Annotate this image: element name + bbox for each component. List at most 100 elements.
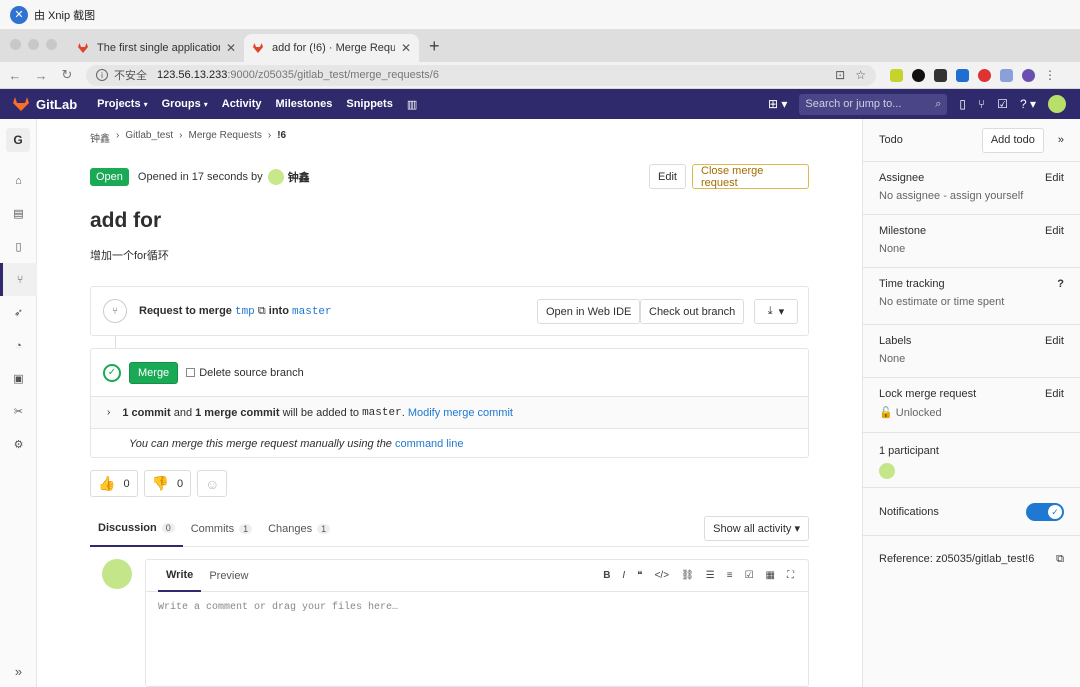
extension-icon[interactable] [1000,68,1013,82]
collapse-right-sidebar-icon[interactable]: » [1058,134,1064,146]
bold-icon[interactable]: B [603,570,610,581]
extension-icon[interactable] [978,68,991,82]
milestone-edit-link[interactable]: Edit [1045,225,1064,237]
merge-button[interactable]: Merge [129,361,179,384]
labels-edit-link[interactable]: Edit [1045,335,1064,347]
issues-icon[interactable]: ▯ [959,97,966,111]
numbered-list-icon[interactable]: ≡ [727,570,733,581]
nav-projects[interactable]: Projects ▾ [97,98,147,111]
browser-tab-2[interactable]: add for (!6) · Merge Requests ✕ [244,34,419,62]
back-icon[interactable]: ← [4,68,26,83]
close-merge-request-button[interactable]: Close merge request [692,164,809,189]
gitlab-logo[interactable]: GitLab [12,96,77,112]
lock-edit-link[interactable]: Edit [1045,388,1064,400]
profile-avatar[interactable] [1022,68,1035,82]
thumbs-down-button[interactable]: 👎 0 [143,470,192,497]
write-tab[interactable]: Write [158,560,202,592]
comment-textarea[interactable]: Write a comment or drag your files here… [146,592,808,623]
notifications-toggle[interactable] [1026,502,1064,521]
breadcrumb-user[interactable]: 钟鑫 [90,130,110,145]
bookmark-star-icon[interactable]: ☆ [855,68,866,82]
thumbs-up-button[interactable]: 👍 0 [90,470,138,497]
close-tab-icon[interactable]: ✕ [401,41,411,55]
extension-icon[interactable] [934,68,947,82]
add-emoji-button[interactable]: ☺ [197,470,228,497]
italic-icon[interactable]: I [622,570,625,581]
new-tab-icon[interactable]: + [419,36,450,62]
extension-icon[interactable] [912,68,925,82]
add-todo-button[interactable]: Add todo [981,127,1044,153]
tab-changes[interactable]: Changes 1 [260,512,338,547]
copy-branch-icon[interactable]: ⧉ [258,305,266,317]
nav-milestones[interactable]: Milestones [276,98,333,111]
command-line-link[interactable]: command line [395,438,463,450]
nav-snippets[interactable]: Snippets [346,98,392,111]
participant-avatar[interactable] [879,463,895,479]
forward-icon[interactable]: → [30,68,52,83]
merge-requests-icon[interactable]: ⑂ [978,97,985,111]
code-icon[interactable]: </> [655,570,669,581]
extension-icon[interactable] [956,68,969,82]
edit-button[interactable]: Edit [649,164,686,189]
nav-groups[interactable]: Groups ▾ [162,98,208,111]
minimize-window-icon[interactable] [28,39,39,50]
search-input[interactable]: Search or jump to... ⌕ [799,93,948,115]
url-bar[interactable]: i 不安全 123.56.13.233:9000/z05035/gitlab_t… [86,64,876,86]
fullscreen-icon[interactable]: ⛶ [787,570,794,581]
project-avatar[interactable]: G [6,128,30,152]
user-avatar[interactable] [1048,95,1066,113]
snippets-icon[interactable]: ✂ [0,395,37,428]
translate-icon[interactable]: ⊡ [835,68,845,82]
new-item-icon[interactable]: ⊞ ▾ [768,97,787,111]
breadcrumb-mr[interactable]: !6 [277,130,286,145]
breadcrumb-project[interactable]: Gitlab_test [125,130,173,145]
table-icon[interactable]: ▦ [766,570,775,581]
chevron-right-icon[interactable]: › [107,407,110,418]
activity-filter-dropdown[interactable]: Show all activity ▾ [704,516,809,541]
issues-icon[interactable]: ▯ [0,230,37,263]
help-icon[interactable]: ? [1057,278,1064,290]
modify-merge-commit-link[interactable]: Modify merge commit [408,407,513,419]
copy-reference-icon[interactable]: ⧉ [1056,553,1064,566]
repository-icon[interactable]: ▤ [0,197,37,230]
info-icon[interactable]: i [96,69,108,81]
help-icon[interactable]: ? ▾ [1020,97,1036,111]
quote-icon[interactable]: ❝ [637,570,642,581]
operations-icon[interactable]: ◔ [0,329,37,362]
author-avatar[interactable] [267,169,284,185]
breadcrumb-merge-requests[interactable]: Merge Requests [189,130,262,145]
browser-tab-1[interactable]: The first single application for ✕ [69,34,244,62]
milestone-block: Milestone Edit None [863,215,1080,268]
assignee-edit-link[interactable]: Edit [1045,172,1064,184]
open-web-ide-button[interactable]: Open in Web IDE [537,299,641,324]
target-branch[interactable]: master [292,306,332,318]
tab-commits[interactable]: Commits 1 [183,512,260,547]
extension-icon[interactable] [890,68,903,82]
tab-discussion[interactable]: Discussion 0 [90,512,183,547]
author-name[interactable]: 钟鑫 [288,169,310,185]
task-list-icon[interactable]: ☑ [745,570,754,581]
more-menu-icon[interactable]: ⋮ [1044,68,1056,82]
settings-gear-icon[interactable]: ⚙ [0,428,37,461]
link-icon[interactable]: ⛓ [681,570,694,581]
check-out-branch-button[interactable]: Check out branch [640,299,745,324]
download-dropdown[interactable]: ⤓ ▾ [754,299,798,324]
chart-icon[interactable]: ▥ [407,98,417,111]
close-tab-icon[interactable]: ✕ [226,41,236,55]
delete-source-checkbox[interactable] [186,368,196,377]
assignee-value[interactable]: No assignee - assign yourself [879,190,1064,202]
maximize-window-icon[interactable] [46,39,57,50]
wiki-icon[interactable]: ▣ [0,362,37,395]
editor-toolbar: B I ❝ </> ⛓ ☰ ≡ ☑ ▦ ⛶ [603,570,808,581]
todos-icon[interactable]: ☑ [997,97,1008,111]
reload-icon[interactable]: ↻ [56,67,78,83]
rocket-icon[interactable]: ➶ [0,296,37,329]
merge-requests-icon[interactable]: ⑂ [0,263,37,296]
preview-tab[interactable]: Preview [201,560,256,592]
nav-activity[interactable]: Activity [222,98,262,111]
bullet-list-icon[interactable]: ☰ [706,570,715,581]
collapse-sidebar-icon[interactable]: » [0,664,37,679]
source-branch[interactable]: tmp [235,306,255,318]
home-icon[interactable]: ⌂ [0,164,37,197]
close-window-icon[interactable] [10,39,21,50]
